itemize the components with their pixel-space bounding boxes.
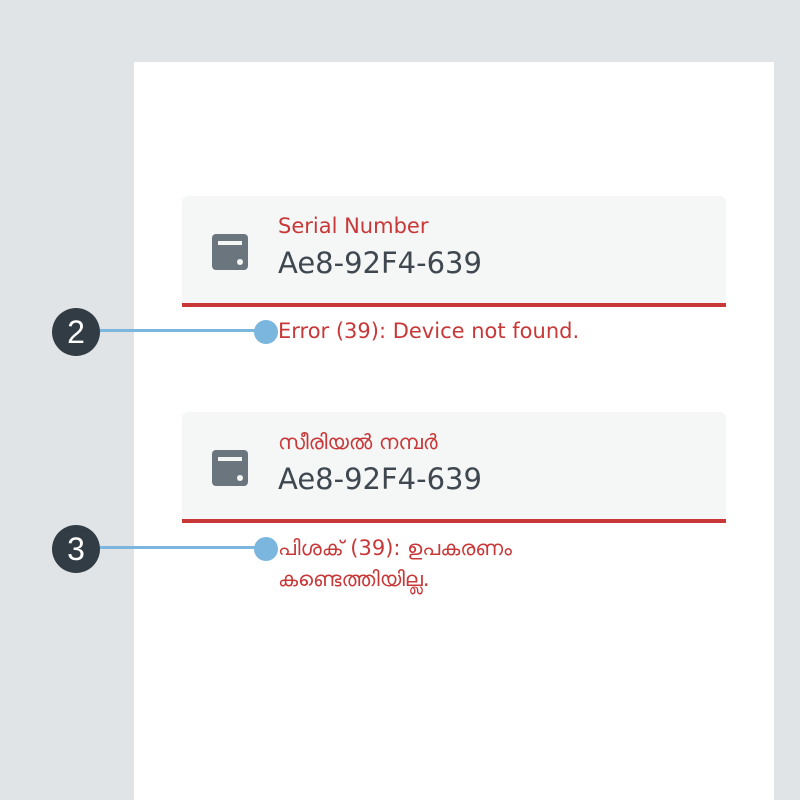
- callout-line: [100, 546, 265, 549]
- serial-number-field[interactable]: Serial Number Ae8-92F4-639: [182, 196, 726, 307]
- callout-dot: [254, 320, 278, 344]
- field-value: Ae8-92F4-639: [278, 246, 482, 280]
- serial-number-field-malayalam[interactable]: സീരിയൽ നമ്പർ Ae8-92F4-639: [182, 412, 726, 523]
- field-label: സീരിയൽ നമ്പർ: [278, 430, 438, 454]
- callout-badge: 2: [52, 308, 100, 356]
- callout-dot: [254, 537, 278, 561]
- callout-line: [100, 329, 265, 332]
- error-message: Error (39): Device not found.: [278, 319, 580, 343]
- device-icon: [212, 234, 248, 270]
- field-label: Serial Number: [278, 214, 429, 238]
- callout-badge: 3: [52, 525, 100, 573]
- error-message: പിശക് (39): ഉപകരണം കണ്ടെത്തിയില്ല.: [278, 536, 512, 591]
- field-value: Ae8-92F4-639: [278, 462, 482, 496]
- device-icon: [212, 450, 248, 486]
- page: Serial Number Ae8-92F4-639 Error (39): D…: [0, 0, 800, 800]
